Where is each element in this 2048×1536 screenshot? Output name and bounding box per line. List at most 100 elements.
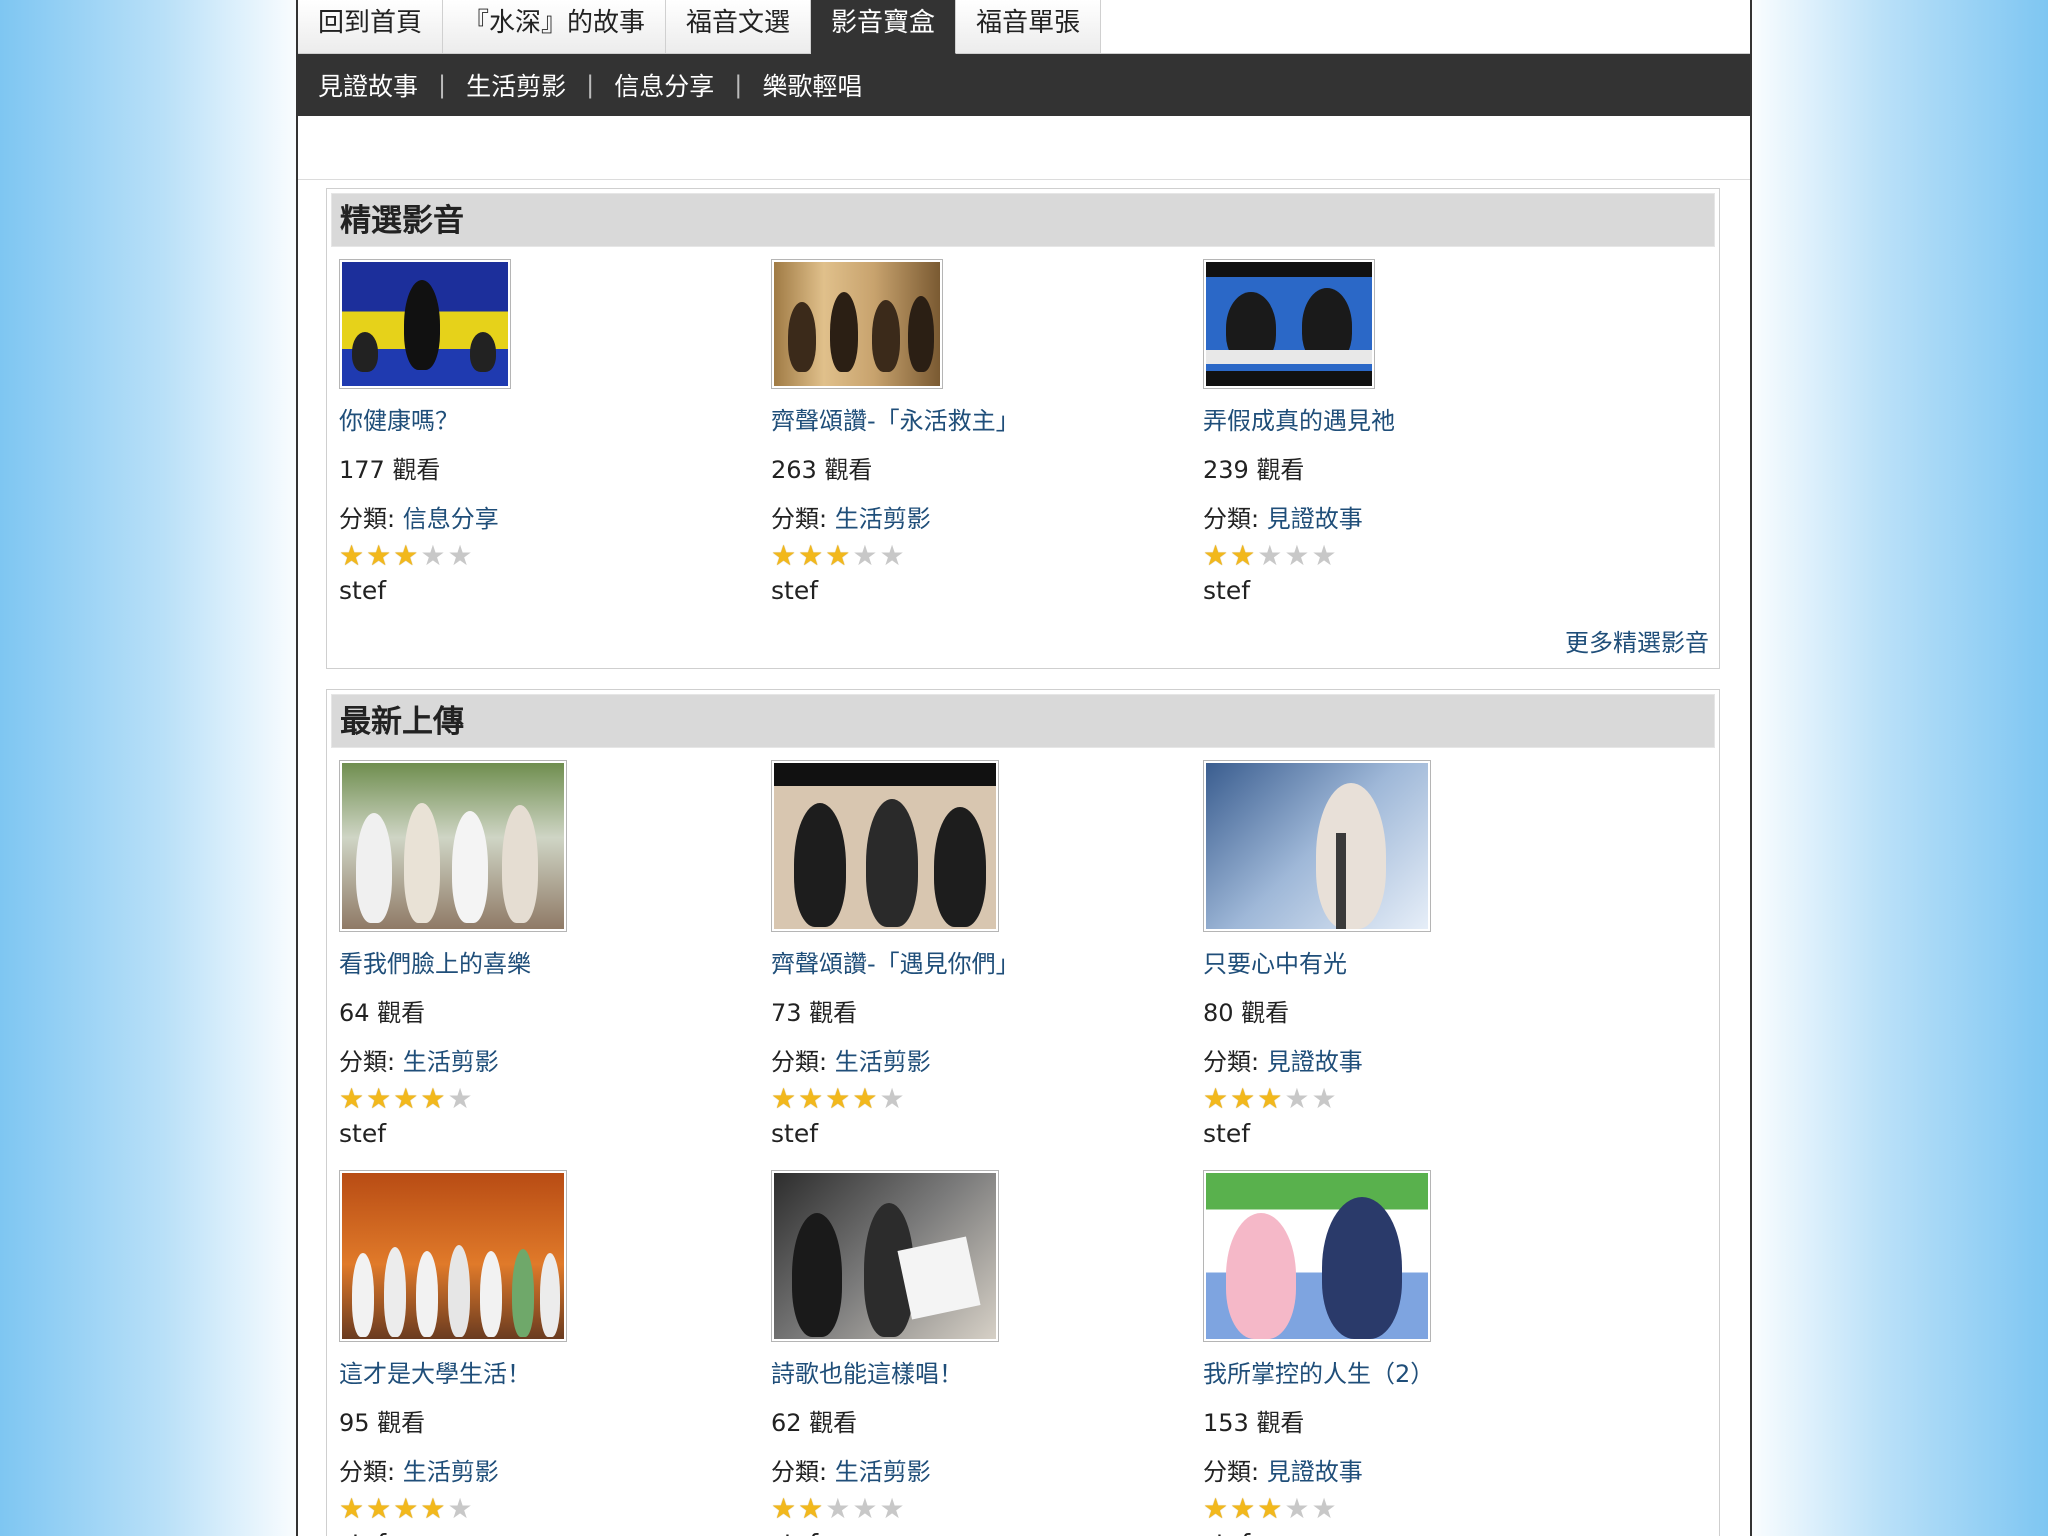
star-filled-icon[interactable]: ★ — [393, 1085, 418, 1113]
video-thumbnail[interactable] — [771, 259, 943, 389]
star-empty-icon[interactable]: ★ — [1284, 542, 1309, 570]
star-empty-icon[interactable]: ★ — [852, 1495, 877, 1523]
star-filled-icon[interactable]: ★ — [1203, 1085, 1228, 1113]
video-thumbnail[interactable] — [339, 1170, 567, 1342]
star-filled-icon[interactable]: ★ — [825, 1085, 850, 1113]
star-filled-icon[interactable]: ★ — [366, 1495, 391, 1523]
star-filled-icon[interactable]: ★ — [852, 1085, 877, 1113]
star-empty-icon[interactable]: ★ — [1311, 1495, 1336, 1523]
tab-home[interactable]: 回到首頁 — [298, 0, 444, 54]
video-thumbnail[interactable] — [339, 259, 511, 389]
category-link[interactable]: 信息分享 — [403, 505, 499, 533]
star-filled-icon[interactable]: ★ — [1230, 1495, 1255, 1523]
star-filled-icon[interactable]: ★ — [798, 1495, 823, 1523]
star-filled-icon[interactable]: ★ — [771, 1495, 796, 1523]
star-filled-icon[interactable]: ★ — [393, 542, 418, 570]
subnav-item-testimony[interactable]: 見證故事 — [318, 67, 418, 103]
star-filled-icon[interactable]: ★ — [1257, 1495, 1282, 1523]
star-empty-icon[interactable]: ★ — [825, 1495, 850, 1523]
category-link[interactable]: 見證故事 — [1267, 505, 1363, 533]
star-filled-icon[interactable]: ★ — [366, 1085, 391, 1113]
video-title-link[interactable]: 弄假成真的遇見祂 — [1203, 401, 1635, 436]
category-link[interactable]: 生活剪影 — [403, 1458, 499, 1486]
subnav-item-songs[interactable]: 樂歌輕唱 — [762, 67, 862, 103]
star-rating[interactable]: ★ ★ ★ ★ ★ — [771, 1495, 1203, 1523]
video-title-link[interactable]: 只要心中有光 — [1203, 944, 1635, 979]
star-empty-icon[interactable]: ★ — [879, 1495, 904, 1523]
video-card: 齊聲頌讚-「永活救主」 263 觀看 分類: 生活剪影 ★ ★ ★ ★ ★ stef — [771, 247, 1203, 605]
star-empty-icon[interactable]: ★ — [420, 542, 445, 570]
star-filled-icon[interactable]: ★ — [366, 542, 391, 570]
video-title-link[interactable]: 齊聲頌讚-「遇見你們」 — [771, 944, 1203, 979]
star-filled-icon[interactable]: ★ — [1203, 1495, 1228, 1523]
star-empty-icon[interactable]: ★ — [1311, 1085, 1336, 1113]
star-rating[interactable]: ★ ★ ★ ★ ★ — [1203, 1495, 1635, 1523]
star-rating[interactable]: ★ ★ ★ ★ ★ — [1203, 1085, 1635, 1113]
video-thumbnail[interactable] — [1203, 259, 1375, 389]
star-rating[interactable]: ★ ★ ★ ★ ★ — [771, 542, 1203, 570]
star-empty-icon[interactable]: ★ — [879, 542, 904, 570]
video-title-link[interactable]: 詩歌也能這樣唱！ — [771, 1354, 1203, 1389]
tab-media-box[interactable]: 影音寶盒 — [811, 0, 957, 54]
uploader-name: stef — [1203, 1119, 1251, 1148]
star-filled-icon[interactable]: ★ — [771, 1085, 796, 1113]
star-empty-icon[interactable]: ★ — [1257, 542, 1282, 570]
video-title-link[interactable]: 看我們臉上的喜樂 — [339, 944, 771, 979]
star-filled-icon[interactable]: ★ — [1230, 542, 1255, 570]
tab-stories[interactable]: 『水深』的故事 — [443, 0, 667, 54]
category-label: 分類: — [1203, 1048, 1260, 1076]
category-link[interactable]: 生活剪影 — [835, 505, 931, 533]
uploader-name: stef — [1203, 1529, 1635, 1536]
star-filled-icon[interactable]: ★ — [420, 1495, 445, 1523]
star-empty-icon[interactable]: ★ — [447, 1495, 472, 1523]
tab-articles[interactable]: 福音文選 — [666, 0, 812, 54]
star-empty-icon[interactable]: ★ — [852, 542, 877, 570]
category-link[interactable]: 見證故事 — [1267, 1048, 1363, 1076]
star-empty-icon[interactable]: ★ — [1311, 542, 1336, 570]
star-rating[interactable]: ★ ★ ★ ★ ★ — [339, 1495, 771, 1523]
subnav-item-life[interactable]: 生活剪影 — [466, 67, 566, 103]
view-count: 263 觀看 — [771, 456, 873, 484]
star-empty-icon[interactable]: ★ — [879, 1085, 904, 1113]
video-title-link[interactable]: 我所掌控的人生（2） — [1203, 1354, 1635, 1389]
category-line: 分類: 生活剪影 — [771, 1452, 1203, 1487]
star-empty-icon[interactable]: ★ — [447, 542, 472, 570]
star-filled-icon[interactable]: ★ — [393, 1495, 418, 1523]
star-filled-icon[interactable]: ★ — [339, 542, 364, 570]
video-title-link[interactable]: 這才是大學生活！ — [339, 1354, 771, 1389]
star-filled-icon[interactable]: ★ — [771, 542, 796, 570]
star-rating[interactable]: ★ ★ ★ ★ ★ — [339, 542, 771, 570]
tab-tracts[interactable]: 福音單張 — [956, 0, 1102, 54]
star-rating[interactable]: ★ ★ ★ ★ ★ — [1203, 542, 1635, 570]
star-filled-icon[interactable]: ★ — [339, 1495, 364, 1523]
video-thumbnail[interactable] — [771, 1170, 999, 1342]
video-thumbnail[interactable] — [339, 760, 567, 932]
video-title-link[interactable]: 你健康嗎？ — [339, 401, 771, 436]
star-filled-icon[interactable]: ★ — [1203, 542, 1228, 570]
subnav-item-messages[interactable]: 信息分享 — [614, 67, 714, 103]
star-empty-icon[interactable]: ★ — [447, 1085, 472, 1113]
star-rating[interactable]: ★ ★ ★ ★ ★ — [339, 1085, 771, 1113]
star-filled-icon[interactable]: ★ — [339, 1085, 364, 1113]
category-link[interactable]: 生活剪影 — [835, 1458, 931, 1486]
star-empty-icon[interactable]: ★ — [1284, 1495, 1309, 1523]
category-link[interactable]: 見證故事 — [1267, 1458, 1363, 1486]
star-filled-icon[interactable]: ★ — [1257, 1085, 1282, 1113]
video-title-link[interactable]: 齊聲頌讚-「永活救主」 — [771, 401, 1203, 436]
category-link[interactable]: 生活剪影 — [835, 1048, 931, 1076]
star-filled-icon[interactable]: ★ — [798, 542, 823, 570]
star-rating[interactable]: ★ ★ ★ ★ ★ — [771, 1085, 1203, 1113]
star-filled-icon[interactable]: ★ — [798, 1085, 823, 1113]
star-filled-icon[interactable]: ★ — [825, 542, 850, 570]
more-featured-link[interactable]: 更多精選影音 — [331, 605, 1715, 664]
star-filled-icon[interactable]: ★ — [420, 1085, 445, 1113]
view-count: 239 觀看 — [1203, 456, 1305, 484]
video-thumbnail[interactable] — [771, 760, 999, 932]
video-thumbnail[interactable] — [1203, 760, 1431, 932]
video-thumbnail[interactable] — [1203, 1170, 1431, 1342]
category-link[interactable]: 生活剪影 — [403, 1048, 499, 1076]
star-empty-icon[interactable]: ★ — [1284, 1085, 1309, 1113]
star-filled-icon[interactable]: ★ — [1230, 1085, 1255, 1113]
